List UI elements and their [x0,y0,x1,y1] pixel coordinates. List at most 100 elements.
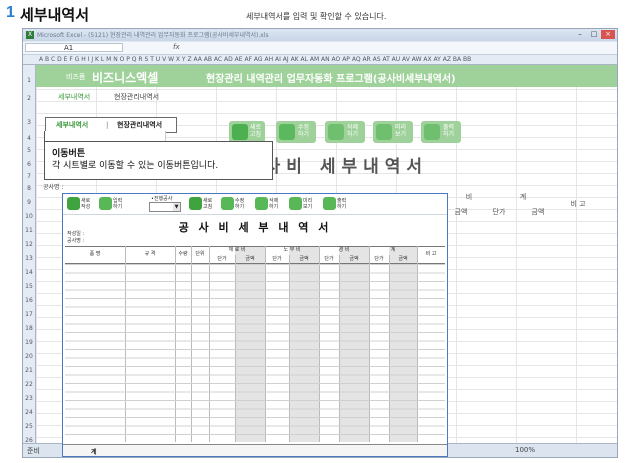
row-number[interactable]: 8 [23,185,35,192]
row-number[interactable]: 24 [23,409,35,416]
zoom-level[interactable]: 100% [515,446,535,454]
bg-edit-button[interactable]: 수정 하기 [276,121,316,143]
header-remark: 비 고 [425,251,437,257]
preview-icon [376,124,392,140]
tab-separator: | [106,121,109,129]
project-combo-label: •진행공사 [151,196,173,202]
callout-box: 이동버튼 각 시트별로 이동할 수 있는 이동버튼입니다. [44,141,273,180]
sub-amount: 금액 [398,256,408,262]
header-material: 재 료 비 [228,247,246,253]
step-description: 세부내역서를 입력 및 확인할 수 있습니다. [246,12,387,21]
minimize-icon[interactable]: – [573,30,587,39]
row-number[interactable]: 14 [23,269,35,276]
row-number[interactable]: 11 [23,227,35,234]
sub-amount: 금액 [349,256,359,262]
bg-project-label: 공사명 : [43,184,64,191]
row-number[interactable]: 10 [23,213,35,220]
row-number[interactable]: 21 [23,367,35,374]
form-title: 공 사 비 세 부 내 역 서 [178,221,332,234]
bg-delete-button[interactable]: 삭제 하기 [325,121,365,143]
header-unit: 단위 [195,251,205,257]
tab-detail[interactable]: 세부내역서 [56,118,88,132]
printer-icon[interactable] [323,197,336,210]
project-combo[interactable]: ▼ [149,202,181,212]
brand-name: 비즈니스엑셀 [92,71,159,85]
sheet-nav-tabs: 세부내역서 현장관리내역서 [36,91,617,103]
preview-button-label[interactable]: 미리 보기 [303,198,312,210]
bg-print-button[interactable]: 출력 하기 [421,121,461,143]
pencil-icon[interactable] [99,197,112,210]
row-number[interactable]: 2 [23,95,35,102]
sub-unit-price: 단가 [324,256,334,262]
row-number[interactable]: 22 [23,381,35,388]
row-number[interactable]: 12 [23,241,35,248]
row-number[interactable]: 15 [23,283,35,290]
input-button-label[interactable]: 입력 하기 [113,198,122,210]
sub-unit-price: 단가 [272,256,282,262]
header-labor: 노 무 비 [283,247,301,253]
bg-header-amount: 금액 [454,208,468,216]
sub-unit-price: 단가 [217,256,227,262]
print-button-label[interactable]: 출력 하기 [337,198,346,210]
chevron-down-icon[interactable]: ▼ [173,203,180,211]
row-number[interactable]: 6 [23,161,35,168]
delete-button-label[interactable]: 삭제 하기 [269,198,278,210]
monitor-icon[interactable] [289,197,302,210]
sub-amount: 금액 [245,256,255,262]
form-footer: 계 [63,444,447,456]
edit-icon [279,124,295,140]
row-number[interactable]: 17 [23,311,35,318]
tab-manage-bg[interactable]: 현장관리내역서 [114,92,159,102]
detail-table-rows[interactable] [65,264,445,442]
row-number[interactable]: 4 [23,135,35,142]
name-box[interactable]: A1 [25,43,123,52]
refresh-button-label[interactable]: 새로 고침 [203,198,212,210]
row-number[interactable]: 5 [23,147,35,154]
delete-icon [328,124,344,140]
excel-window-title: Microsoft Excel - (5121) 현장관리 내역관리 업무자동화… [37,32,269,39]
row-number[interactable]: 16 [23,297,35,304]
bg-header-remark: 비 고 [570,200,586,208]
program-banner: 비즈폼 비즈니스엑셀 현장관리 내역관리 업무자동화 프로그램(공사비세부내역서… [36,65,617,87]
edit-button-label[interactable]: 수정 하기 [235,198,244,210]
excel-app-icon: X [26,31,34,39]
bg-preview-button[interactable]: 미리 보기 [373,121,413,143]
tab-manage[interactable]: 현장관리내역서 [117,118,162,132]
sub-amount: 금액 [299,256,309,262]
program-title: 현장관리 내역관리 업무자동화 프로그램(공사비세부내역서) [206,74,456,85]
row-number[interactable]: 7 [23,173,35,180]
project-label: 공사명 : [67,238,85,244]
row-number[interactable]: 9 [23,199,35,206]
brand-small-label: 비즈폼 [66,73,86,81]
row-number[interactable]: 20 [23,353,35,360]
column-letters: A B C D E F G H I J K L M N O P Q R S T … [39,56,472,63]
trash-icon[interactable] [255,197,268,210]
tab-detail-bg[interactable]: 세부내역서 [58,92,90,102]
maximize-icon[interactable]: □ [587,30,601,39]
new-button-label[interactable]: 새로 작성 [81,198,90,210]
footer-total-label: 계 [91,449,97,456]
row-number[interactable]: 23 [23,395,35,402]
close-icon[interactable]: × [601,30,615,39]
excel-titlebar: X Microsoft Excel - (5121) 현장관리 내역관리 업무자… [23,29,617,41]
edit-icon[interactable] [221,197,234,210]
row-number[interactable]: 18 [23,325,35,332]
bg-header-total: 계 [519,193,527,201]
row-number[interactable]: 1 [23,77,35,84]
nav-strip [44,131,166,141]
refresh-icon[interactable] [189,197,202,210]
row-number[interactable]: 13 [23,255,35,262]
new-icon[interactable] [67,197,80,210]
form-toolbar: 새로 작성 입력 하기 •진행공사 ▼ 새로 고침 수정 하기 삭제 하기 미리… [63,194,447,215]
detail-form: 새로 작성 입력 하기 •진행공사 ▼ 새로 고침 수정 하기 삭제 하기 미리… [62,193,448,457]
print-icon [424,124,440,140]
row-number[interactable]: 19 [23,339,35,346]
column-headers: A B C D E F G H I J K L M N O P Q R S T … [23,55,617,65]
fx-icon[interactable]: fx [173,43,180,51]
bg-header-unit: 단가 [492,208,506,216]
step-number: 1 [6,4,15,21]
bg-refresh-button[interactable]: 새로 고침 [229,121,265,143]
row-number[interactable]: 25 [23,423,35,430]
status-ready: 준비 [27,447,40,455]
row-number[interactable]: 3 [23,119,35,126]
